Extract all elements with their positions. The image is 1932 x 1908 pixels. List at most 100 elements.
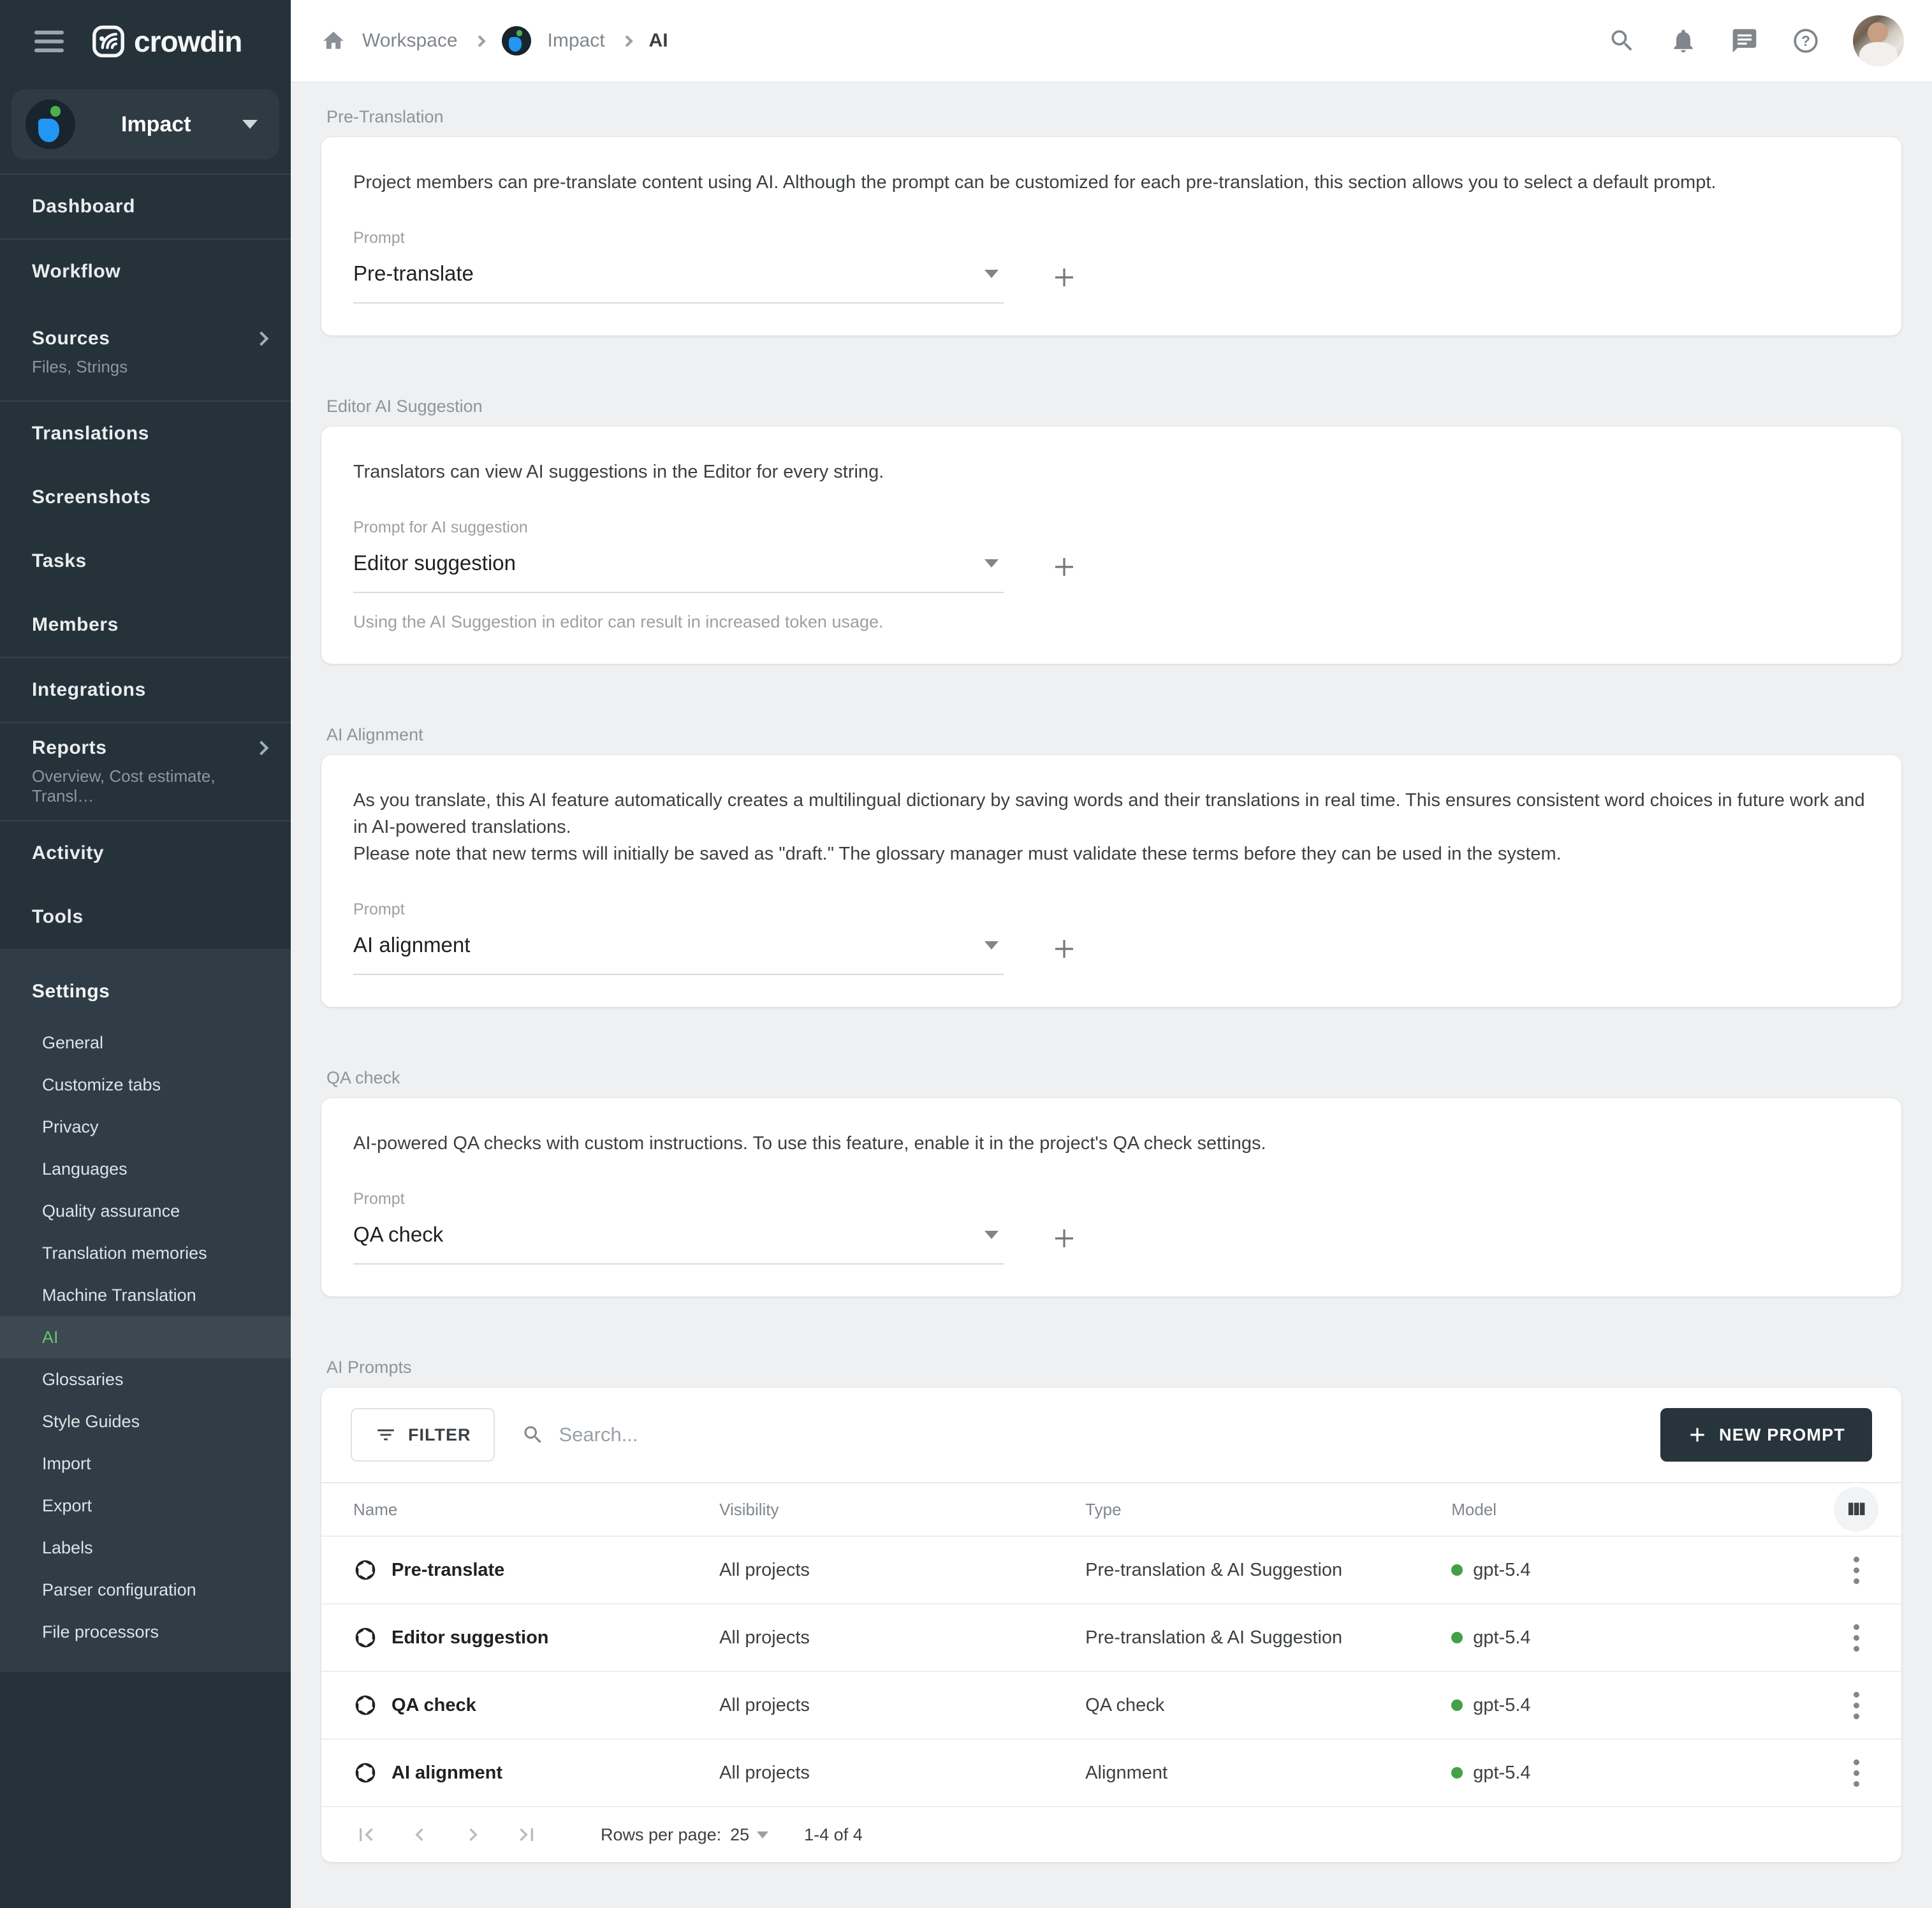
project-selector[interactable]: Impact bbox=[11, 89, 279, 159]
prompt-name: AI alignment bbox=[392, 1763, 502, 1784]
sidebar-item-activity[interactable]: Activity bbox=[0, 821, 291, 885]
prompt-visibility: All projects bbox=[719, 1695, 1085, 1716]
top-bar: Workspace Impact AI ? bbox=[291, 0, 1932, 83]
sidebar-item-translation-memories[interactable]: Translation memories bbox=[0, 1232, 291, 1274]
qa-check-description: AI-powered QA checks with custom instruc… bbox=[353, 1130, 1870, 1157]
qa-check-card: AI-powered QA checks with custom instruc… bbox=[321, 1098, 1901, 1296]
breadcrumb-project-avatar[interactable] bbox=[502, 26, 531, 55]
breadcrumb-workspace[interactable]: Workspace bbox=[362, 30, 458, 52]
table-row[interactable]: AI alignment All projects Alignment gpt-… bbox=[321, 1738, 1901, 1806]
sidebar-item-translations[interactable]: Translations bbox=[0, 402, 291, 466]
column-header-model[interactable]: Model bbox=[1451, 1500, 1834, 1520]
plus-icon bbox=[1687, 1425, 1708, 1445]
filter-icon bbox=[375, 1424, 397, 1446]
sidebar-item-file-processors[interactable]: File processors bbox=[0, 1611, 291, 1653]
table-row[interactable]: QA check All projects QA check gpt-5.4 bbox=[321, 1671, 1901, 1738]
pre-translation-prompt-select[interactable]: Pre-translate bbox=[353, 254, 1004, 304]
sidebar-item-privacy[interactable]: Privacy bbox=[0, 1106, 291, 1148]
sidebar-item-parser-configuration[interactable]: Parser configuration bbox=[0, 1569, 291, 1611]
chevron-right-icon bbox=[474, 35, 485, 47]
sidebar-item-workflow[interactable]: Workflow bbox=[0, 240, 291, 304]
messages-chat-icon[interactable] bbox=[1731, 27, 1759, 55]
prompt-type: Alignment bbox=[1085, 1763, 1451, 1784]
sidebar-item-machine-translation[interactable]: Machine Translation bbox=[0, 1274, 291, 1316]
openai-icon bbox=[353, 1558, 377, 1582]
sidebar-item-customize-tabs[interactable]: Customize tabs bbox=[0, 1064, 291, 1106]
prompt-visibility: All projects bbox=[719, 1763, 1085, 1784]
prompt-visibility: All projects bbox=[719, 1627, 1085, 1648]
sidebar-item-integrations[interactable]: Integrations bbox=[0, 658, 291, 722]
chevron-down-icon bbox=[757, 1831, 768, 1838]
sidebar-item-import[interactable]: Import bbox=[0, 1442, 291, 1485]
table-row[interactable]: Editor suggestion All projects Pre-trans… bbox=[321, 1603, 1901, 1671]
filter-button[interactable]: FILTER bbox=[351, 1408, 495, 1462]
add-prompt-button[interactable] bbox=[1051, 264, 1078, 294]
ai-alignment-prompt-select[interactable]: AI alignment bbox=[353, 925, 1004, 975]
search-input[interactable] bbox=[559, 1423, 941, 1446]
sidebar-item-general[interactable]: General bbox=[0, 1022, 291, 1064]
sidebar-item-quality-assurance[interactable]: Quality assurance bbox=[0, 1190, 291, 1232]
menu-icon[interactable] bbox=[34, 26, 64, 57]
prompt-field-label: Prompt bbox=[353, 900, 1870, 919]
sidebar-item-languages[interactable]: Languages bbox=[0, 1148, 291, 1190]
add-prompt-button[interactable] bbox=[1051, 1225, 1078, 1255]
sidebar-item-glossaries[interactable]: Glossaries bbox=[0, 1358, 291, 1400]
openai-icon bbox=[353, 1625, 377, 1650]
prompt-model: gpt-5.4 bbox=[1473, 1695, 1530, 1716]
prompt-field-label: Prompt for AI suggestion bbox=[353, 518, 1870, 537]
sidebar-item-style-guides[interactable]: Style Guides bbox=[0, 1400, 291, 1442]
notifications-bell-icon[interactable] bbox=[1669, 27, 1697, 55]
chevron-right-icon bbox=[254, 741, 269, 756]
editor-suggestion-prompt-select[interactable]: Editor suggestion bbox=[353, 543, 1004, 593]
new-prompt-button[interactable]: NEW PROMPT bbox=[1660, 1408, 1872, 1462]
column-settings-button[interactable] bbox=[1834, 1487, 1878, 1532]
sidebar-item-dashboard[interactable]: Dashboard bbox=[0, 175, 291, 238]
table-row[interactable]: Pre-translate All projects Pre-translati… bbox=[321, 1536, 1901, 1603]
sidebar-top: crowdin bbox=[0, 0, 291, 83]
search-icon bbox=[522, 1423, 545, 1446]
last-page-icon[interactable] bbox=[514, 1822, 539, 1847]
home-icon[interactable] bbox=[321, 29, 346, 53]
openai-icon bbox=[353, 1761, 377, 1785]
model-status-dot bbox=[1451, 1699, 1463, 1711]
breadcrumb-project[interactable]: Impact bbox=[548, 30, 605, 52]
row-menu-button[interactable] bbox=[1847, 1550, 1866, 1590]
first-page-icon[interactable] bbox=[353, 1822, 379, 1847]
sidebar-settings-group: Settings General Customize tabs Privacy … bbox=[0, 949, 291, 1672]
row-menu-button[interactable] bbox=[1847, 1618, 1866, 1658]
sidebar-item-sources-subtitle: Files, Strings bbox=[32, 357, 272, 377]
help-icon[interactable]: ? bbox=[1792, 27, 1820, 55]
project-name: Impact bbox=[121, 112, 242, 137]
sidebar-item-reports[interactable]: Reports Overview, Cost estimate, Transl… bbox=[0, 723, 291, 820]
user-avatar[interactable] bbox=[1853, 15, 1904, 66]
search-icon[interactable] bbox=[1608, 27, 1636, 55]
next-page-icon[interactable] bbox=[460, 1822, 486, 1847]
row-menu-button[interactable] bbox=[1847, 1685, 1866, 1726]
sidebar-item-tools[interactable]: Tools bbox=[0, 885, 291, 949]
column-header-name[interactable]: Name bbox=[353, 1500, 719, 1520]
sidebar-item-tasks[interactable]: Tasks bbox=[0, 529, 291, 593]
column-header-type[interactable]: Type bbox=[1085, 1500, 1451, 1520]
sidebar-item-export[interactable]: Export bbox=[0, 1485, 291, 1527]
crowdin-logo[interactable]: crowdin bbox=[92, 24, 242, 59]
section-label-ai-prompts: AI Prompts bbox=[326, 1358, 1901, 1377]
qa-check-prompt-select[interactable]: QA check bbox=[353, 1215, 1004, 1265]
add-prompt-button[interactable] bbox=[1051, 936, 1078, 965]
add-prompt-button[interactable] bbox=[1051, 554, 1078, 583]
sidebar-item-members[interactable]: Members bbox=[0, 593, 291, 657]
pre-translation-card: Project members can pre-translate conten… bbox=[321, 137, 1901, 335]
sidebar-item-screenshots[interactable]: Screenshots bbox=[0, 466, 291, 529]
column-header-visibility[interactable]: Visibility bbox=[719, 1500, 1085, 1520]
sidebar-item-sources[interactable]: Sources Files, Strings bbox=[0, 304, 291, 400]
sidebar-item-labels[interactable]: Labels bbox=[0, 1527, 291, 1569]
previous-page-icon[interactable] bbox=[407, 1822, 432, 1847]
view-columns-icon bbox=[1845, 1498, 1868, 1521]
prompt-type: Pre-translation & AI Suggestion bbox=[1085, 1627, 1451, 1648]
chevron-down-icon bbox=[984, 270, 999, 278]
ai-alignment-card: As you translate, this AI feature automa… bbox=[321, 755, 1901, 1007]
row-menu-button[interactable] bbox=[1847, 1753, 1866, 1793]
rows-per-page-select[interactable]: 25 bbox=[730, 1825, 768, 1845]
prompt-name: Pre-translate bbox=[392, 1560, 504, 1581]
sidebar-item-ai[interactable]: AI bbox=[0, 1316, 291, 1358]
prompt-visibility: All projects bbox=[719, 1560, 1085, 1581]
